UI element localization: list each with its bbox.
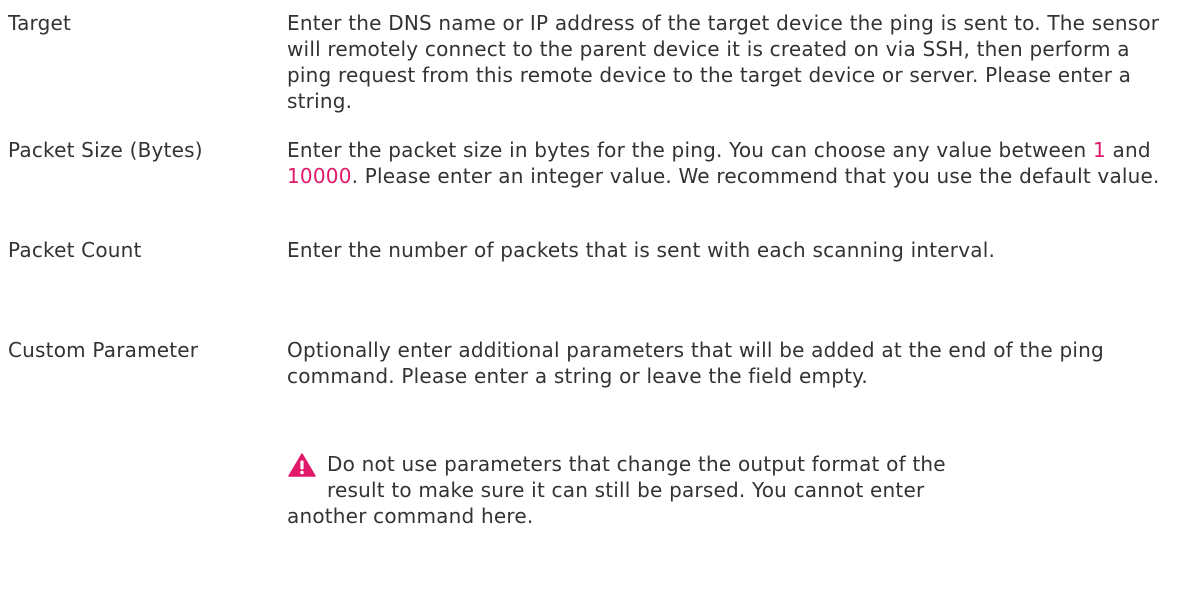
settings-table: Target Enter the DNS name or IP address … — [0, 0, 1184, 596]
setting-row-target: Target Enter the DNS name or IP address … — [8, 10, 1184, 137]
setting-label-packet-size: Packet Size (Bytes) — [8, 138, 203, 162]
description-text: . Please enter an integer value. We reco… — [351, 164, 1160, 188]
min-value: 1 — [1093, 138, 1106, 162]
setting-description-custom-parameter: Optionally enter additional parameters t… — [287, 338, 1104, 388]
setting-label-target: Target — [8, 11, 72, 35]
warning-icon — [288, 453, 316, 477]
setting-row-custom-parameter: Custom Parameter Optionally enter additi… — [8, 337, 1184, 451]
setting-label-custom-parameter: Custom Parameter — [8, 338, 199, 362]
description-text: and — [1105, 138, 1151, 162]
warning-text-line: result to make sure it can still be pars… — [327, 478, 925, 502]
description-text: Enter the packet size in bytes for the p… — [287, 138, 1093, 162]
max-value: 10000 — [287, 164, 352, 188]
setting-description-target: Enter the DNS name or IP address of the … — [287, 11, 1160, 113]
setting-row-packet-count: Packet Count Enter the number of packets… — [8, 237, 1184, 337]
warning-text-line: Do not use parameters that change the ou… — [327, 452, 946, 476]
setting-description-packet-size: Enter the packet size in bytes for the p… — [287, 137, 1177, 189]
warning-text-line: another command here. — [287, 504, 534, 528]
setting-row-packet-size: Packet Size (Bytes) Enter the packet siz… — [8, 137, 1184, 237]
setting-description-packet-count: Enter the number of packets that is sent… — [287, 238, 996, 262]
setting-label-packet-count: Packet Count — [8, 238, 142, 262]
warning-note: Do not use parameters that change the ou… — [287, 451, 1177, 529]
